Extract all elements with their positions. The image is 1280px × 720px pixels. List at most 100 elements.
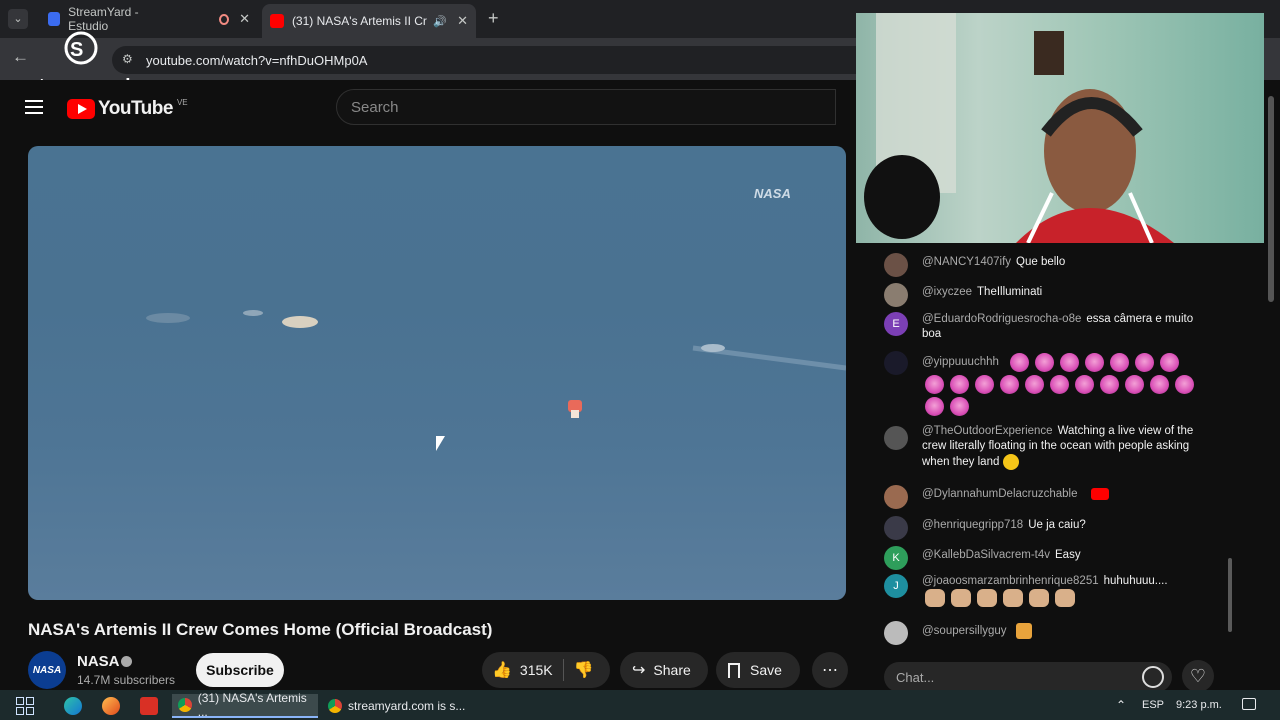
chat-input[interactable]: Chat...	[884, 662, 1172, 692]
streamyard-favicon-icon	[48, 12, 61, 26]
nasa-watermark: NASA	[754, 186, 791, 201]
nasa-logo-text: NASA	[32, 664, 62, 676]
taskbar-app-youtube[interactable]: (31) NASA's Artemis ...	[172, 691, 318, 719]
chrome-icon	[178, 698, 192, 712]
laughing-emoji-icon	[1003, 454, 1020, 470]
live-chat: @NANCY1407ify Que bello @ixyczee TheIllumi…	[862, 243, 1238, 650]
chat-text: Que bello	[1016, 256, 1066, 268]
verified-icon	[121, 656, 132, 667]
youtube-logo[interactable]: YouTube VE	[67, 98, 188, 120]
recorder-icon[interactable]	[140, 697, 158, 715]
address-bar[interactable]: ⚙ youtube.com/watch?v=nfhDuOHMp0A	[112, 46, 872, 74]
tab-youtube[interactable]: (31) NASA's Artemis II Crew 🔊 ✕	[262, 4, 476, 38]
close-tab-icon[interactable]: ✕	[457, 13, 468, 29]
chat-placeholder: Chat...	[896, 669, 935, 685]
chat-text: Easy	[1055, 549, 1081, 561]
chat-author: @DylannahumDelacruzchable	[922, 488, 1078, 500]
youtube-play-icon	[67, 99, 95, 119]
chat-author: @joaoosmarzambrinhenrique8251	[922, 575, 1099, 587]
chat-author: @EduardoRodriguesrocha-o8e	[922, 313, 1082, 325]
chat-scrollbar[interactable]	[1228, 558, 1232, 632]
new-tab-button[interactable]: +	[488, 8, 499, 29]
avatar	[884, 621, 908, 645]
more-actions-button[interactable]: ⋯	[812, 652, 848, 688]
channel-avatar[interactable]: NASA	[28, 651, 66, 689]
video-title: NASA's Artemis II Crew Comes Home (Offic…	[28, 620, 493, 639]
speaker-icon[interactable]: 🔊	[433, 15, 447, 28]
avatar	[884, 351, 908, 375]
country-code: VE	[176, 97, 188, 107]
avatar	[884, 426, 908, 450]
tab-label: (31) NASA's Artemis II Crew	[291, 14, 428, 28]
mouse-cursor-icon	[436, 436, 445, 451]
close-tab-icon[interactable]: ✕	[239, 11, 250, 27]
chat-author: @yippuuuchhh	[922, 356, 999, 369]
avatar	[884, 283, 908, 307]
thumbs-down-icon: 👎	[573, 662, 594, 679]
webcam-overlay	[856, 13, 1264, 243]
save-button[interactable]: Save	[716, 652, 800, 688]
emoji-picker-icon[interactable]	[1142, 666, 1164, 688]
url-text: youtube.com/watch?v=nfhDuOHMp0A	[146, 52, 368, 68]
youtube-favicon-icon	[270, 14, 284, 28]
divider	[562, 659, 564, 681]
search-input[interactable]: Search	[336, 89, 836, 125]
youtube-emoji-icon	[1090, 487, 1109, 500]
avatar	[884, 485, 908, 509]
like-button[interactable]: 👍 315K	[482, 660, 553, 680]
share-label: Share	[653, 662, 691, 678]
notifications-icon[interactable]	[1242, 698, 1256, 710]
channel-name[interactable]: NASA	[77, 653, 120, 670]
language-indicator[interactable]: ESP	[1142, 699, 1164, 711]
page-scrollbar[interactable]	[1268, 96, 1274, 302]
taskbar-app-label: (31) NASA's Artemis ...	[197, 691, 307, 719]
clock[interactable]: 9:23 p.m.	[1176, 699, 1222, 711]
chrome-icon	[328, 699, 342, 713]
bookmark-icon	[728, 662, 740, 678]
avatar: E	[884, 312, 908, 336]
tab-list-button[interactable]: ⌄	[8, 9, 28, 29]
taskbar-app-streamyard[interactable]: streamyard.com is s...	[322, 694, 468, 718]
chat-author: @henriquegripp718	[922, 519, 1024, 531]
subscribe-button[interactable]: Subscribe	[196, 653, 284, 687]
avatar	[884, 516, 908, 540]
chat-text: TheIlluminati	[977, 286, 1043, 298]
site-settings-icon[interactable]: ⚙	[122, 52, 133, 66]
chat-author: @soupersillyguy	[922, 625, 1007, 638]
subscriber-count: 14.7M subscribers	[77, 673, 176, 687]
recording-icon	[219, 13, 230, 25]
firefox-icon[interactable]	[102, 697, 120, 715]
like-count: 315K	[519, 662, 553, 678]
save-label: Save	[750, 662, 782, 678]
chat-author: @TheOutdoorExperience	[922, 425, 1053, 437]
share-icon: ↪	[632, 662, 646, 679]
video-player[interactable]: NASA	[28, 146, 846, 600]
menu-icon[interactable]	[25, 100, 43, 114]
edge-icon[interactable]	[64, 697, 82, 715]
more-icon: ⋯	[822, 662, 838, 679]
webcam-frame	[864, 13, 1174, 243]
thumbs-up-icon: 👍	[492, 662, 512, 679]
dislike-button[interactable]: 👎	[574, 660, 594, 680]
like-dislike-group: 👍 315K 👎	[482, 652, 610, 688]
back-icon[interactable]: ←	[12, 47, 29, 67]
avatar: J	[884, 574, 908, 598]
party-emoji-icon	[1015, 623, 1032, 639]
taskbar-app-label: streamyard.com is s...	[348, 699, 466, 713]
avatar: K	[884, 546, 908, 570]
svg-text:S: S	[70, 39, 83, 61]
chat-text: huhuhuuu....	[1103, 575, 1168, 587]
chat-text: Ue ja caiu?	[1028, 519, 1086, 531]
chat-author: @KallebDaSilvacrem-t4v	[922, 549, 1050, 561]
video-frame	[146, 310, 846, 418]
search-placeholder: Search	[351, 98, 399, 116]
chat-author: @ixyczee	[922, 286, 973, 298]
tray-chevron-icon[interactable]: ⌃	[1116, 698, 1126, 712]
avatar	[884, 253, 908, 277]
clap-emoji-row	[922, 589, 1078, 607]
share-button[interactable]: ↪ Share	[620, 652, 708, 688]
start-icon[interactable]	[16, 697, 34, 715]
chat-author: @NANCY1407ify	[922, 256, 1012, 268]
heart-icon[interactable]: ♡	[1182, 660, 1214, 692]
youtube-logo-text: YouTube	[98, 98, 173, 119]
